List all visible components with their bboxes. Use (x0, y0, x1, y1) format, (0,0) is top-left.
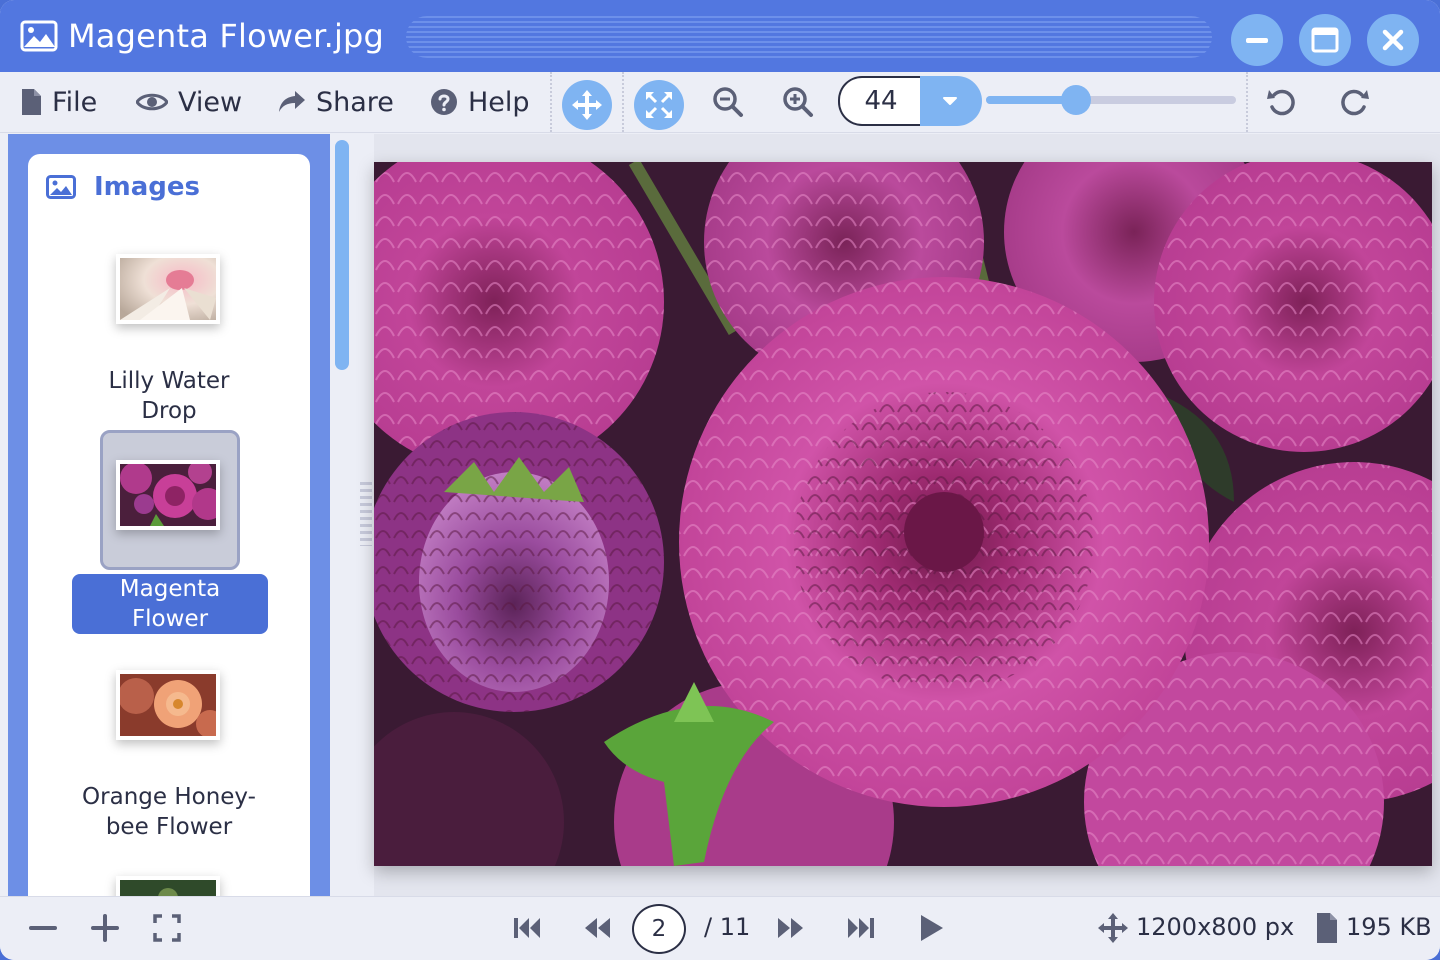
file-icon (22, 89, 41, 115)
menu-view[interactable]: View (136, 72, 242, 132)
title-bar[interactable]: Magenta Flower.jpg (0, 0, 1440, 72)
caption-line: Flower (131, 606, 209, 632)
image-app-icon (20, 20, 58, 52)
window-title: Magenta Flower.jpg (68, 17, 385, 55)
orange-thumbnail-image (120, 674, 216, 736)
image-dimensions: 1200x800 px (1136, 913, 1295, 941)
next-page-icon[interactable] (774, 911, 808, 945)
thumbnail-magenta-flower[interactable] (116, 460, 220, 530)
move-icon (572, 90, 602, 120)
close-icon (1382, 29, 1404, 51)
caption-line: Orange Honey- (82, 784, 256, 810)
menu-file-label: File (52, 86, 98, 118)
title-drag-area[interactable] (406, 16, 1212, 58)
toolbar-divider (1246, 72, 1248, 132)
caption-line: Lilly Water (108, 368, 230, 394)
close-button[interactable] (1367, 14, 1419, 66)
next-thumbnail-image (120, 880, 216, 896)
sidebar-scrollbar-thumb[interactable] (335, 140, 349, 370)
caption-line: Drop (141, 398, 197, 424)
zoom-in-plus-icon[interactable] (88, 911, 122, 945)
thumbnail-partial[interactable] (116, 876, 220, 896)
zoom-combobox[interactable]: 44 (838, 76, 982, 126)
maximize-button[interactable] (1299, 14, 1351, 66)
caption-line: bee Flower (105, 814, 233, 840)
image-viewer-window: Magenta Flower.jpg File View Share Help … (0, 0, 1440, 960)
lilly-thumbnail-image (120, 258, 216, 320)
share-icon (279, 91, 305, 112)
move-tool-button[interactable] (562, 80, 612, 130)
fit-to-screen-icon (645, 91, 673, 119)
magenta-thumbnail-image (120, 464, 216, 526)
last-page-icon[interactable] (844, 911, 878, 945)
redo-icon[interactable] (1338, 86, 1370, 118)
main-photo[interactable] (374, 162, 1432, 866)
zoom-out-icon[interactable] (712, 86, 744, 118)
minimize-button[interactable] (1231, 14, 1283, 66)
menu-help[interactable]: Help (430, 72, 530, 132)
zoom-slider-thumb[interactable] (1061, 85, 1091, 115)
menu-share-label: Share (316, 86, 394, 118)
thumbnail-lilly-water-drop[interactable] (116, 254, 220, 324)
file-size-icon (1317, 913, 1337, 943)
eye-icon (136, 93, 168, 111)
image-list-panel: Images Lilly Water Drop Magenta Flower O… (28, 154, 310, 896)
chevron-down-icon (943, 97, 957, 105)
previous-page-icon[interactable] (580, 911, 614, 945)
file-size: 195 KB (1346, 913, 1432, 941)
zoom-slider[interactable] (986, 85, 1236, 115)
fit-to-screen-button[interactable] (634, 80, 684, 130)
dimensions-icon (1098, 913, 1128, 943)
caption-orange-honey-bee-flower[interactable]: Orange Honey- bee Flower (28, 782, 310, 842)
zoom-in-icon[interactable] (782, 86, 814, 118)
image-sidebar: Images Lilly Water Drop Magenta Flower O… (8, 134, 330, 896)
menu-file[interactable]: File (20, 72, 97, 132)
menu-help-label: Help (468, 86, 530, 118)
toolbar-divider (550, 72, 552, 132)
zoom-out-minus-icon[interactable] (26, 911, 60, 945)
toolbar-divider (622, 72, 624, 132)
caption-magenta-flower[interactable]: Magenta Flower (72, 574, 268, 634)
panel-resize-handle[interactable] (360, 482, 372, 546)
maximize-icon (1311, 27, 1339, 53)
undo-icon[interactable] (1266, 86, 1298, 118)
zoom-input[interactable]: 44 (838, 76, 922, 126)
images-icon (46, 175, 76, 199)
play-slideshow-icon[interactable] (914, 911, 948, 945)
caption-line: Magenta (119, 576, 221, 602)
caption-lilly-water-drop[interactable]: Lilly Water Drop (28, 366, 310, 426)
first-page-icon[interactable] (510, 911, 544, 945)
help-icon (431, 89, 457, 115)
images-header: Images (46, 172, 200, 202)
menu-view-label: View (178, 86, 243, 118)
current-page-input[interactable]: 2 (632, 904, 686, 954)
zoom-dropdown-button[interactable] (920, 76, 982, 126)
total-pages: / 11 (704, 913, 751, 941)
fullscreen-icon[interactable] (150, 911, 184, 945)
sidebar-scrollbar[interactable] (330, 134, 356, 896)
images-header-label: Images (94, 172, 201, 202)
thumbnail-orange-honey-bee-flower[interactable] (116, 670, 220, 740)
minimize-icon (1246, 38, 1268, 43)
menu-share[interactable]: Share (278, 72, 394, 132)
